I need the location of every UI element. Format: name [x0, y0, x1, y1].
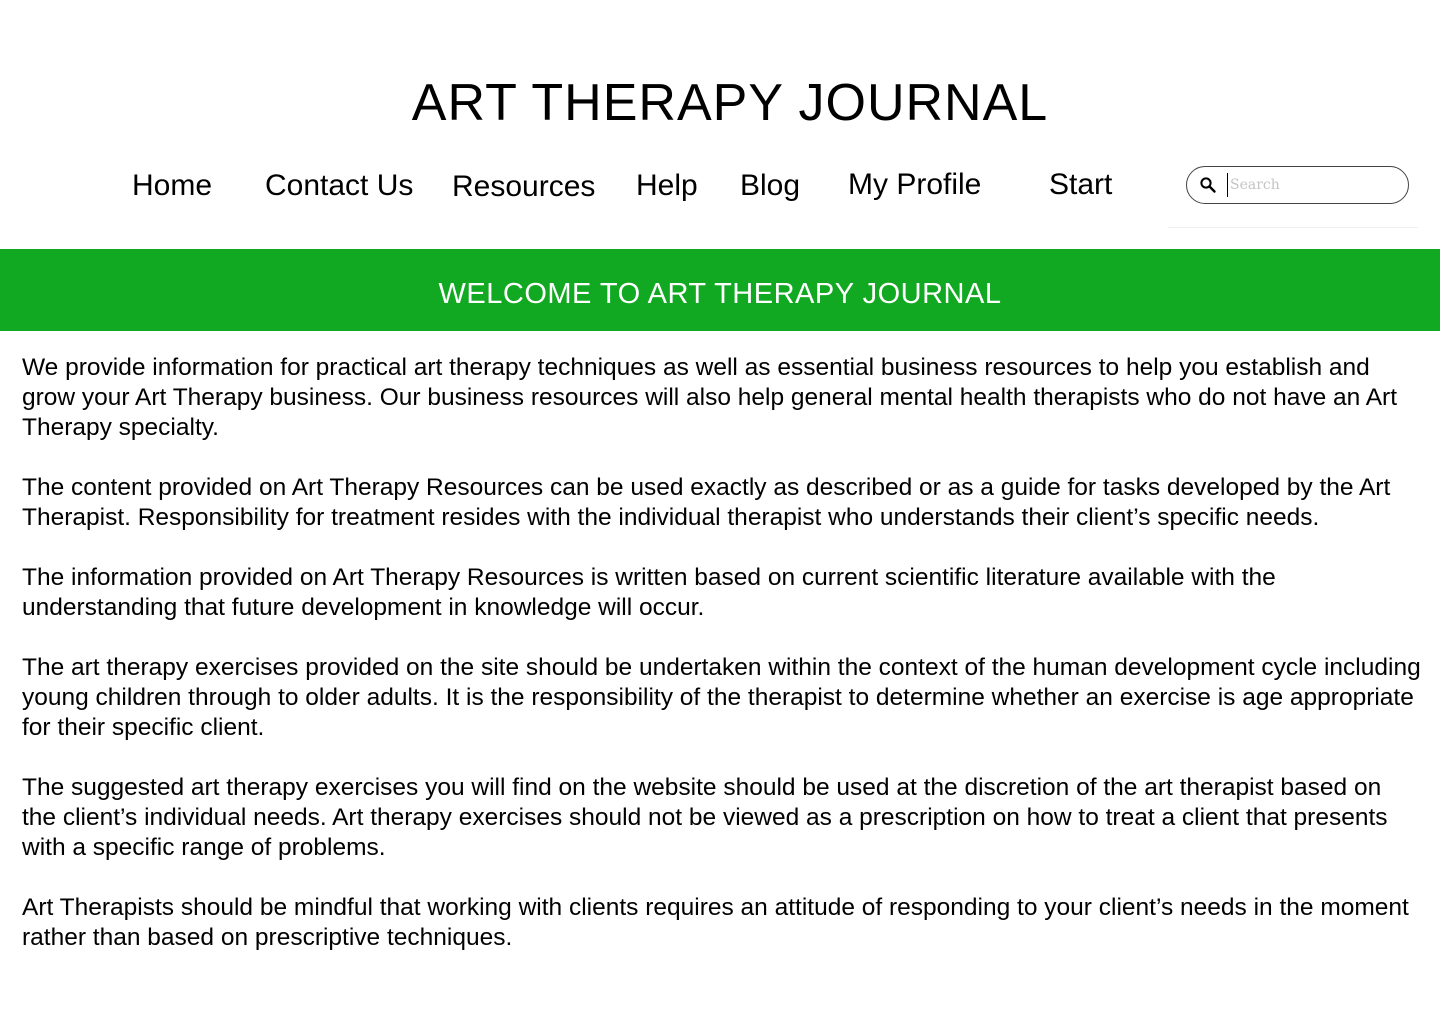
nav-item-help[interactable]: Help: [636, 168, 698, 204]
search-box[interactable]: [1186, 166, 1409, 204]
main-content: We provide information for practical art…: [22, 353, 1422, 983]
paragraph: The content provided on Art Therapy Reso…: [22, 474, 1391, 531]
nav-item-blog[interactable]: Blog: [740, 168, 800, 204]
banner-text: WELCOME TO ART THERAPY JOURNAL: [438, 278, 1002, 310]
site-title: ART THERAPY JOURNAL: [411, 74, 1049, 132]
paragraph: Art Therapists should be mindful that wo…: [22, 894, 1409, 951]
nav-item-resources[interactable]: Resources: [452, 169, 595, 205]
paragraph: The information provided on Art Therapy …: [22, 564, 1276, 621]
paragraph: We provide information for practical art…: [22, 354, 1398, 441]
nav-item-my-profile[interactable]: My Profile: [848, 167, 981, 203]
search-input[interactable]: [1227, 173, 1400, 197]
search-divider: [1168, 227, 1418, 228]
paragraph: The art therapy exercises provided on th…: [22, 654, 1421, 741]
search-icon[interactable]: [1199, 176, 1217, 194]
nav-item-home[interactable]: Home: [132, 168, 212, 204]
paragraph: The suggested art therapy exercises you …: [22, 774, 1388, 861]
welcome-banner: WELCOME TO ART THERAPY JOURNAL: [0, 249, 1440, 331]
nav-item-start[interactable]: Start: [1049, 167, 1112, 203]
page: ART THERAPY JOURNAL Home Contact Us Reso…: [0, 0, 1440, 1024]
nav-item-contact-us[interactable]: Contact Us: [265, 168, 413, 204]
